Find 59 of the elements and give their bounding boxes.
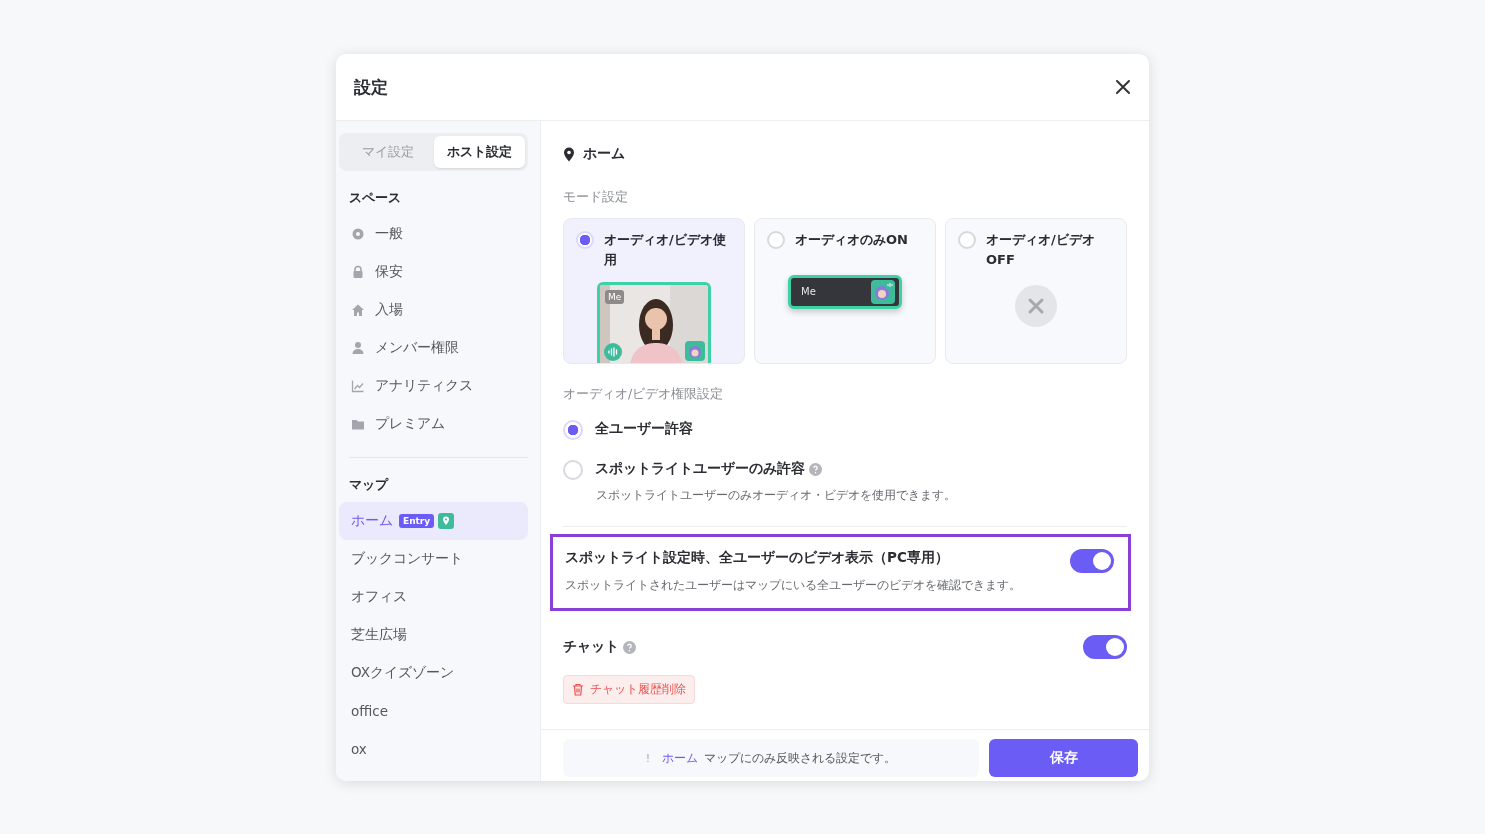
person-icon [351, 341, 365, 355]
sidebar-item[interactable]: プレミアム [339, 405, 528, 443]
section-heading: マップ [348, 476, 390, 494]
sidebar-item[interactable]: オフィス [339, 578, 528, 616]
location-pin-icon [563, 146, 575, 162]
settings-tab[interactable]: ホスト設定 [433, 136, 525, 168]
sidebar-item[interactable]: 入場 [339, 291, 528, 329]
folder-icon [351, 417, 365, 431]
sidebar-item[interactable]: ox [339, 730, 528, 768]
sidebar-item[interactable]: ブックコンサート [339, 540, 528, 578]
notice-text: マップにのみ反映される設定です。 [704, 749, 897, 767]
avatar-icon [871, 279, 895, 304]
mode-card[interactable]: オーディオ/ビデオOFF [945, 218, 1127, 364]
entry-badge: Entry [399, 514, 435, 528]
mode-label: オーディオ/ビデオOFF [986, 231, 1096, 269]
sidebar-item[interactable]: 保安 [339, 253, 528, 291]
trash-icon [572, 683, 584, 696]
sidebar-item[interactable]: 一般 [339, 215, 528, 253]
radio-button[interactable] [576, 231, 594, 249]
gear-icon [351, 227, 365, 241]
me-label: Me [605, 290, 625, 304]
setting-description: スポットライトされたユーザーはマップにいる全ユーザーのビデオを確認できます。 [565, 577, 1022, 594]
mode-label: オーディオ/ビデオ使用 [604, 231, 727, 269]
close-icon[interactable] [1115, 79, 1131, 95]
sidebar-item[interactable]: OXクイズゾーン [339, 654, 528, 692]
section-heading: スペース [348, 189, 402, 207]
sidebar-item[interactable]: ホーム Entry [339, 502, 528, 540]
setting-title: スポットライト設定時、全ユーザーのビデオ表示（PC専用） [565, 549, 950, 567]
sound-wave-icon [604, 343, 622, 361]
sidebar-item[interactable]: メンバー権限 [339, 329, 528, 367]
dialog-title: 設定 [354, 75, 388, 99]
mode-card[interactable]: オーディオのみON Me [754, 218, 936, 364]
map-name: ホーム [662, 749, 699, 767]
option-label: 全ユーザー許容 [595, 420, 693, 438]
notice-icon: ! [645, 751, 651, 765]
radio-button[interactable] [563, 459, 583, 480]
radio-button[interactable] [767, 231, 785, 249]
section-label: モード設定 [563, 189, 629, 206]
save-button[interactable]: 保存 [989, 739, 1138, 777]
avatar-icon [685, 341, 705, 361]
sidebar-item[interactable]: アナリティクス [339, 367, 528, 405]
sidebar-item[interactable]: office [339, 692, 528, 730]
section-label: オーディオ/ビデオ権限設定 [563, 386, 725, 403]
location-title: ホーム [583, 145, 625, 163]
lock-icon [351, 265, 365, 279]
off-icon [1015, 284, 1057, 327]
radio-button[interactable] [958, 231, 976, 249]
option-description: スポットライトユーザーのみオーディオ・ビデオを使用できます。 [595, 487, 957, 504]
toggle-switch[interactable] [1070, 549, 1114, 573]
me-label: Me [801, 286, 816, 297]
mode-card[interactable]: オーディオ/ビデオ使用 Me [563, 218, 745, 364]
mode-label: オーディオのみON [795, 231, 908, 249]
home-icon [351, 303, 365, 317]
sidebar-item[interactable]: 芝生広場 [339, 616, 528, 654]
radio-button[interactable] [563, 419, 583, 440]
chart-icon [351, 379, 365, 393]
toggle-switch[interactable] [1083, 635, 1127, 659]
option-label: スポットライトユーザーのみ許容 [595, 460, 805, 478]
setting-title: チャット [563, 638, 619, 656]
